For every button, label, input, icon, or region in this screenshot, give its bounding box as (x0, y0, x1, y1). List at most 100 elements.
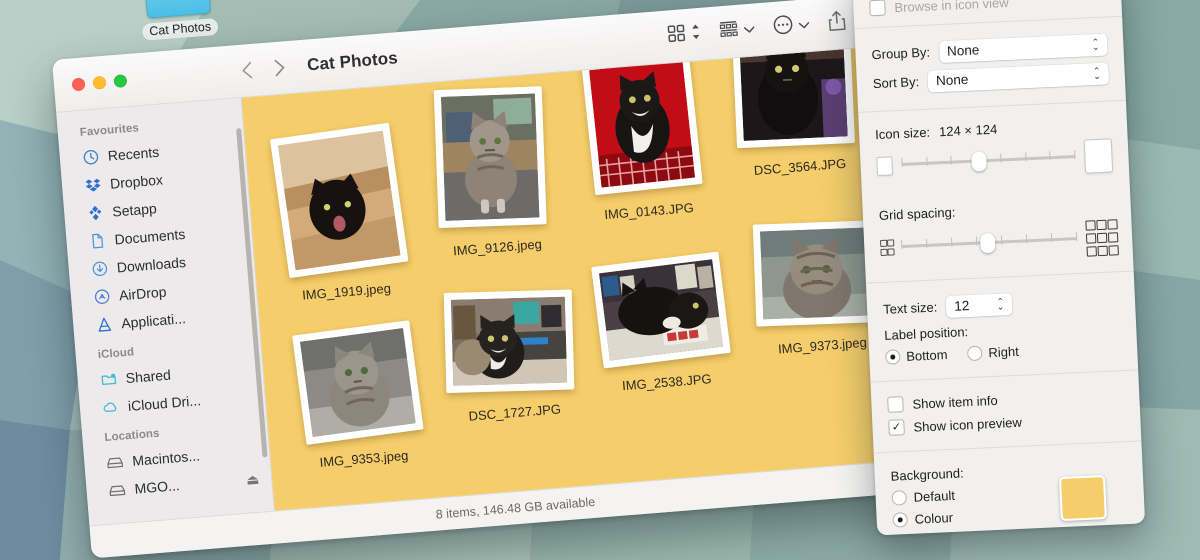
slider-knob[interactable] (970, 151, 987, 172)
browse-icon-view-checkbox[interactable] (869, 0, 886, 17)
file-item[interactable]: IMG_9126.jpeg (410, 82, 573, 260)
icon-size-slider[interactable] (901, 148, 1076, 174)
file-item[interactable]: IMG_9353.jpeg (279, 320, 440, 473)
file-item[interactable]: IMG_1919.jpeg (259, 122, 422, 305)
grouping-section: Group By: None ⌃ ⌄ Sort By: None ⌃ ⌄ (854, 16, 1125, 111)
show-item-info-row[interactable]: Show item info (887, 386, 1123, 413)
eject-icon[interactable]: ⏏ (245, 470, 260, 488)
page-title: Cat Photos (306, 48, 399, 75)
show-icon-preview-label: Show icon preview (913, 414, 1023, 435)
label-position-label: Label position: (883, 323, 969, 343)
slider-knob[interactable] (979, 232, 996, 254)
chevron-updown-icon (690, 23, 702, 46)
label-right-radio[interactable] (967, 344, 983, 361)
desktop-folder-cat-photos[interactable]: Cat Photos (137, 0, 219, 41)
background-default-radio[interactable] (891, 489, 908, 506)
clock-icon (81, 148, 99, 166)
chevron-updown-icon: ⌃ ⌄ (1091, 36, 1100, 52)
chevron-updown-icon: ⌃ ⌄ (1092, 65, 1101, 81)
text-size-label: Text size: (882, 299, 938, 317)
chevron-down-icon (798, 16, 810, 35)
back-chevron-left-icon[interactable] (241, 61, 253, 80)
group-by-value: None (946, 42, 980, 59)
setapp-icon (86, 204, 104, 222)
hard-disk-icon (106, 453, 124, 471)
icon-size-slider-row[interactable] (876, 138, 1114, 183)
photo-img-1919 (277, 130, 401, 271)
background-colour-label: Colour (914, 509, 954, 527)
grid-spacing-slider[interactable] (901, 230, 1078, 256)
grid-view-icon (666, 23, 687, 48)
file-label: IMG_0143.JPG (603, 200, 695, 223)
group-by-button[interactable] (718, 18, 756, 45)
group-by-row[interactable]: Group By: None ⌃ ⌄ (871, 32, 1108, 66)
large-document-icon (1083, 138, 1114, 174)
document-icon (88, 232, 106, 250)
close-button[interactable] (71, 76, 86, 91)
icon-size-label: Icon size: (874, 124, 931, 143)
file-label: DSC_3564.JPG (753, 155, 847, 179)
file-label: IMG_9126.jpeg (452, 236, 543, 259)
file-item[interactable]: IMG_0143.JPG (562, 52, 724, 225)
sidebar-item-label: Dropbox (109, 171, 164, 192)
photo-img-9373 (759, 227, 874, 320)
view-options-panel[interactable]: Always open Browse in icon view Group By… (852, 0, 1146, 536)
finder-body: Favourites Recents Dropbox Setapp Docume… (56, 44, 939, 526)
hard-disk-icon (108, 481, 126, 499)
background-colour-swatch[interactable] (1058, 474, 1107, 521)
icon-size-header: Icon size: 124 × 124 (874, 116, 1111, 143)
file-item[interactable]: DSC_3564.JPG (713, 44, 875, 180)
grid-spacing-section: Grid spacing: (862, 188, 1133, 283)
show-icon-preview-row[interactable]: ✓ Show icon preview (888, 409, 1124, 436)
group-by-label: Group By: (871, 44, 931, 63)
finder-window[interactable]: Cat Photos Favourites Recents Dropbox Se… (52, 0, 942, 559)
sidebar-item-label: Macintos... (131, 447, 201, 469)
navigation-buttons (241, 58, 286, 79)
small-grid-icon (880, 239, 895, 256)
file-thumbnail (731, 44, 855, 149)
background-header: Background: (890, 461, 1059, 483)
text-size-select[interactable]: 12 ⌃ ⌄ (945, 292, 1013, 318)
show-icon-preview-checkbox[interactable]: ✓ (888, 419, 905, 436)
finder-content-area[interactable]: IMG_1919.jpeg IMG_9126.jpeg IMG_0143.JPG… (241, 44, 939, 511)
airdrop-icon (92, 288, 110, 306)
file-item[interactable]: DSC_1727.JPG (430, 285, 590, 426)
grid-spacing-header: Grid spacing: (879, 197, 1115, 223)
cloud-icon (101, 398, 119, 416)
background-colour-row[interactable]: Colour (892, 505, 1061, 528)
browse-icon-view-row[interactable]: Browse in icon view (869, 0, 1105, 17)
text-size-value: 12 (953, 298, 970, 314)
ellipsis-circle-icon (772, 13, 795, 41)
background-default-label: Default (913, 487, 956, 505)
photo-img-9353 (299, 328, 416, 437)
sidebar-item-label: Downloads (116, 253, 187, 276)
dropbox-icon (84, 176, 102, 194)
group-by-select[interactable]: None ⌃ ⌄ (938, 32, 1108, 63)
file-item[interactable]: IMG_2538.JPG (582, 251, 742, 396)
file-label: IMG_1919.jpeg (301, 280, 392, 303)
show-item-info-checkbox[interactable] (887, 396, 904, 413)
sort-by-row[interactable]: Sort By: None ⌃ ⌄ (872, 61, 1110, 95)
sidebar-item-label: Applicati... (120, 310, 187, 332)
sort-by-select[interactable]: None ⌃ ⌄ (927, 61, 1110, 93)
text-size-row[interactable]: Text size: 12 ⌃ ⌄ (883, 288, 1120, 321)
zoom-button[interactable] (113, 73, 128, 88)
share-button[interactable] (827, 9, 848, 37)
photo-img-9126 (440, 93, 540, 221)
view-mode-button[interactable] (666, 22, 702, 49)
sidebar-item-label: Shared (125, 366, 172, 387)
label-right-label: Right (988, 343, 1020, 360)
forward-chevron-right-icon[interactable] (274, 58, 286, 77)
background-colour-radio[interactable] (892, 511, 909, 528)
file-thumbnail (433, 86, 547, 229)
minimize-button[interactable] (92, 75, 107, 90)
sidebar-item-label: MGO... (134, 477, 181, 497)
label-bottom-radio[interactable] (884, 348, 901, 365)
group-by-icon (718, 19, 740, 45)
grid-spacing-slider-row[interactable] (880, 219, 1119, 266)
label-position-options: Bottom Right (884, 339, 1121, 365)
background-default-row[interactable]: Default (891, 483, 1060, 506)
chevron-down-icon (743, 21, 755, 40)
icon-size-value: 124 × 124 (938, 121, 998, 140)
more-actions-button[interactable] (772, 12, 811, 41)
